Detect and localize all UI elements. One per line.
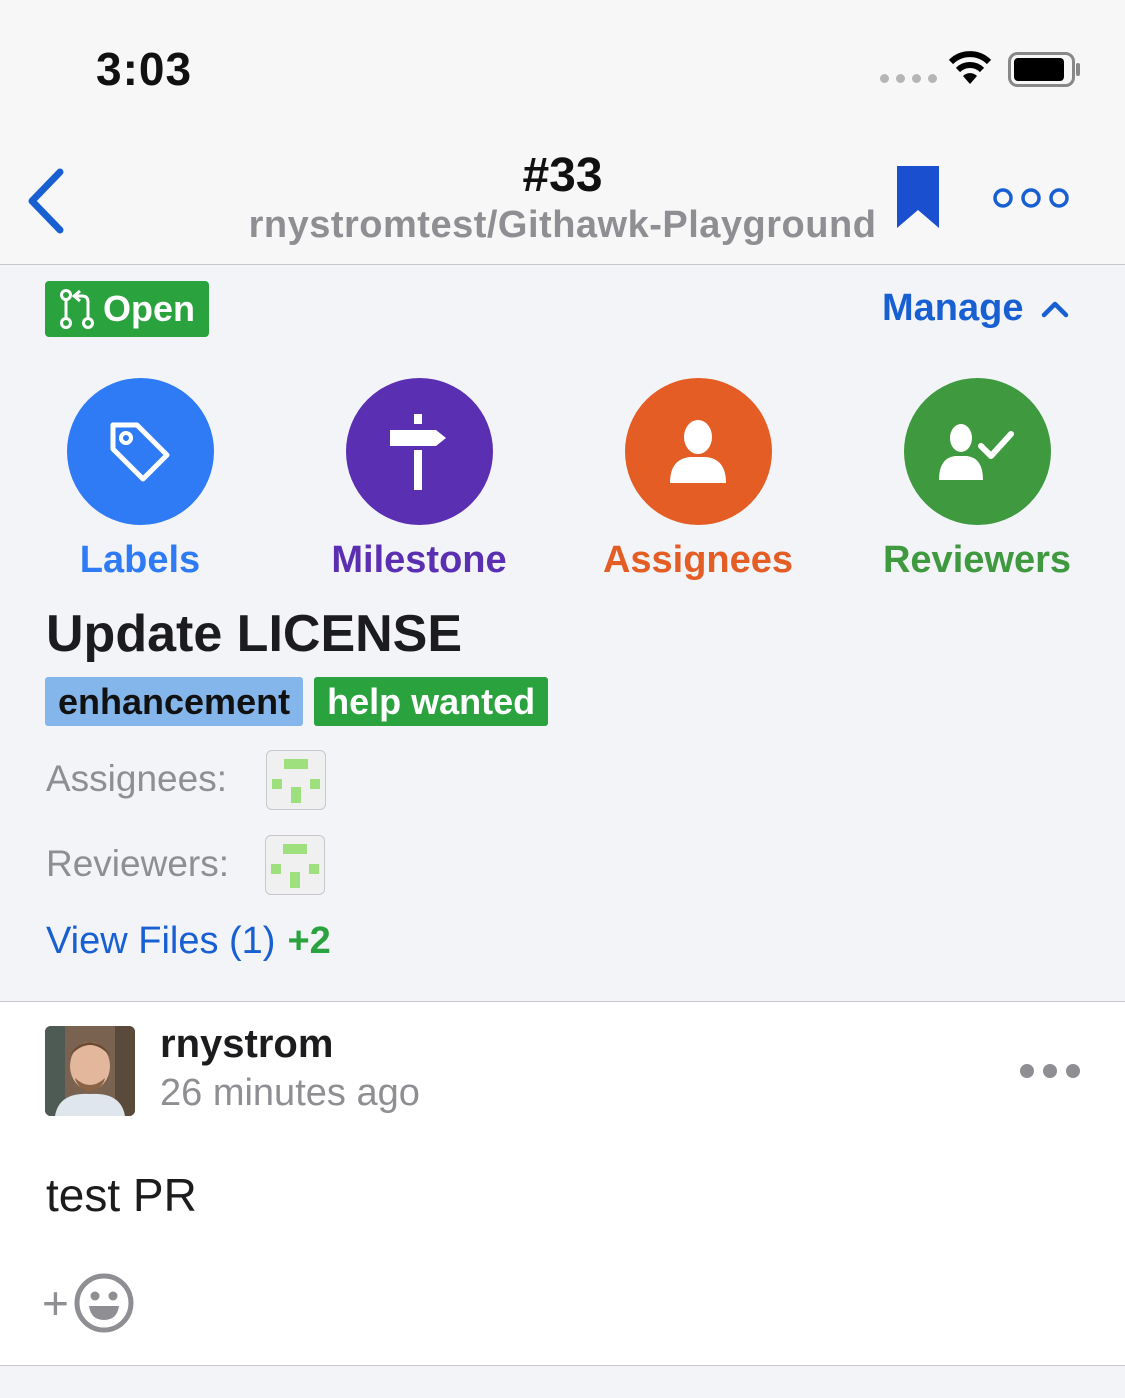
assignees-label: Assignees: — [46, 758, 227, 799]
comment-more-icon[interactable] — [1020, 1064, 1080, 1078]
wifi-icon — [948, 51, 992, 84]
comment-timestamp: 26 minutes ago — [160, 1072, 420, 1114]
bookmark-icon[interactable] — [895, 164, 941, 230]
label-enhancement[interactable]: enhancement — [45, 677, 304, 726]
add-reaction-plus: + — [42, 1277, 69, 1329]
tag-icon — [110, 422, 170, 481]
pr-state-label: Open — [103, 288, 196, 329]
comment-card: rnystrom 26 minutes ago test PR + — [0, 1001, 1125, 1366]
author-avatar[interactable] — [45, 1026, 135, 1116]
person-icon — [670, 419, 726, 483]
navigation-bar: #33 rnystromtest/Githawk-Playground — [0, 130, 1125, 265]
milestone-action[interactable]: Milestone — [299, 378, 539, 582]
assignees-action-button[interactable] — [624, 378, 772, 525]
label-list: enhancement help wanted — [45, 677, 549, 726]
pull-request-icon — [60, 289, 94, 329]
assignee-avatar[interactable] — [266, 750, 326, 810]
label-help-wanted[interactable]: help wanted — [314, 677, 549, 726]
view-files-link[interactable]: View Files (1) — [46, 920, 275, 962]
add-reaction-button[interactable]: + — [42, 1272, 135, 1334]
pr-title: Update LICENSE — [46, 605, 463, 663]
cellular-signal-icon — [880, 74, 937, 83]
comment-author[interactable]: rnystrom — [160, 1022, 333, 1067]
pr-state-badge: Open — [45, 281, 210, 337]
labels-action[interactable]: Labels — [20, 378, 260, 582]
battery-icon — [1008, 52, 1080, 87]
reviewers-label: Reviewers: — [46, 843, 229, 884]
page-title: #33 — [522, 149, 603, 202]
manage-button[interactable]: Manage — [882, 287, 1069, 330]
smiley-icon — [74, 1273, 134, 1333]
status-time: 3:03 — [96, 43, 193, 95]
labels-action-label: Labels — [79, 539, 201, 581]
reviewer-avatar[interactable] — [265, 835, 325, 895]
assignees-action-label: Assignees — [602, 539, 794, 581]
milestone-action-button[interactable] — [345, 378, 493, 525]
repository-name[interactable]: rnystromtest/Githawk-Playground — [0, 204, 1125, 247]
additions-count: +2 — [287, 920, 331, 962]
reviewers-action-label: Reviewers — [882, 539, 1071, 581]
chevron-up-icon — [1042, 301, 1069, 317]
reviewers-action[interactable]: Reviewers — [857, 378, 1097, 582]
assignees-action[interactable]: Assignees — [578, 378, 818, 582]
status-bar: 3:03 — [0, 0, 1125, 130]
view-files-row[interactable]: View Files (1) +2 — [46, 920, 331, 963]
reviewers-action-button[interactable] — [903, 378, 1051, 525]
signpost-icon — [390, 413, 446, 490]
milestone-action-label: Milestone — [331, 539, 507, 581]
person-check-icon — [939, 423, 1014, 480]
comment-body: test PR — [46, 1169, 197, 1221]
manage-label: Manage — [882, 287, 1024, 329]
labels-action-button[interactable] — [66, 378, 214, 525]
more-options-icon[interactable] — [992, 186, 1070, 210]
